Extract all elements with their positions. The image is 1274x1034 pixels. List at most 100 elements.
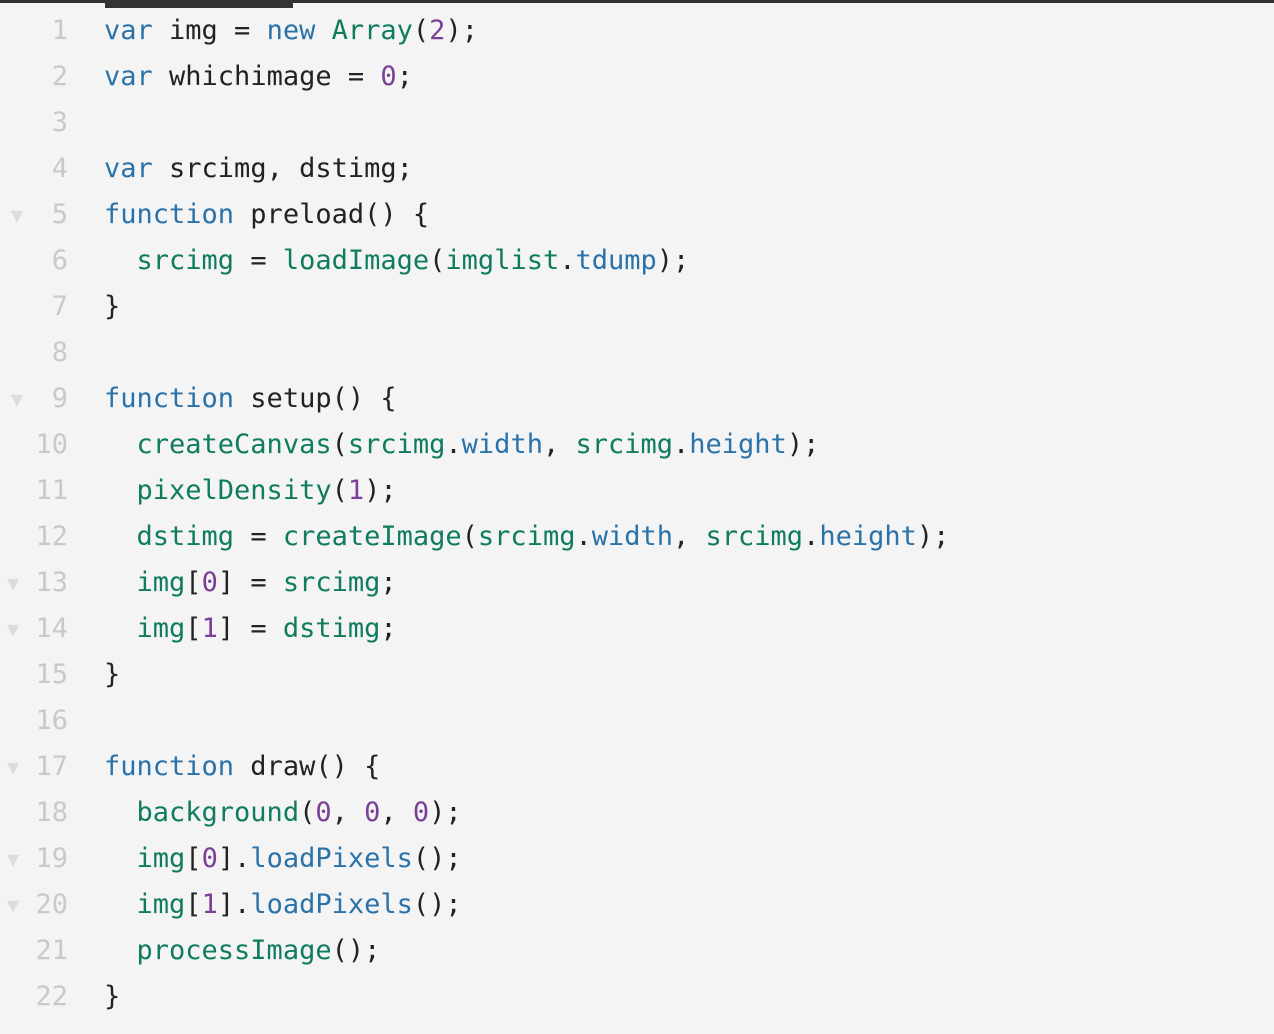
code-line-text[interactable]: img[0] = srcimg; xyxy=(104,560,397,606)
code-line[interactable]: 12 dstimg = createImage(srcimg.width, sr… xyxy=(0,514,1274,560)
code-token-fn: dstimg xyxy=(136,521,235,552)
code-token-pl: , xyxy=(542,429,576,460)
line-number: 21 xyxy=(35,935,68,966)
code-token-kw: var xyxy=(104,153,153,184)
code-token-pl: ( xyxy=(299,797,316,828)
code-token-prop: width xyxy=(591,521,674,552)
code-line[interactable]: 21 processImage(); xyxy=(0,928,1274,974)
code-token-pl: draw() { xyxy=(234,751,381,782)
code-line[interactable]: 22} xyxy=(0,974,1274,1020)
code-line[interactable]: ▼ 19 img[0].loadPixels(); xyxy=(0,836,1274,882)
tab-bar[interactable] xyxy=(0,0,1274,8)
code-line-text[interactable]: function setup() { xyxy=(104,376,397,422)
code-token-pl: (); xyxy=(331,935,381,966)
code-token-num: 1 xyxy=(201,613,218,644)
code-line[interactable]: ▼ 20 img[1].loadPixels(); xyxy=(0,882,1274,928)
code-line-text[interactable]: } xyxy=(104,652,120,698)
code-line[interactable]: 10 createCanvas(srcimg.width, srcimg.hei… xyxy=(0,422,1274,468)
code-line[interactable]: ▼ 17 function draw() { xyxy=(0,744,1274,790)
code-token-fn: background xyxy=(136,797,300,828)
code-token-pl: ]. xyxy=(217,889,251,920)
code-token-pl: ; xyxy=(396,61,413,92)
code-line-text[interactable]: img[0].loadPixels(); xyxy=(104,836,462,882)
line-number: 13 xyxy=(35,567,68,598)
code-line[interactable]: 15} xyxy=(0,652,1274,698)
line-number: 16 xyxy=(35,705,68,736)
code-token-pl: ); xyxy=(786,429,820,460)
code-line-text[interactable]: pixelDensity(1); xyxy=(104,468,397,514)
code-line-text[interactable]: var whichimage = 0; xyxy=(104,54,413,100)
code-token-pl: , xyxy=(380,797,413,828)
code-line[interactable]: 11 pixelDensity(1); xyxy=(0,468,1274,514)
line-number: 15 xyxy=(35,659,68,690)
code-line-text[interactable]: processImage(); xyxy=(104,928,381,974)
code-line-text[interactable]: } xyxy=(104,284,120,330)
code-token-pl: ] = xyxy=(217,567,283,598)
active-tab-indicator[interactable] xyxy=(105,0,293,8)
code-token-fn: srcimg xyxy=(477,521,576,552)
code-line-text[interactable]: var srcimg, dstimg; xyxy=(104,146,413,192)
code-token-pl: (); xyxy=(412,843,462,874)
line-number: 3 xyxy=(51,107,68,138)
code-line[interactable]: 7} xyxy=(0,284,1274,330)
code-line[interactable]: 6 srcimg = loadImage(imglist.tdump); xyxy=(0,238,1274,284)
code-line-text[interactable]: img[1].loadPixels(); xyxy=(104,882,462,928)
code-line[interactable]: 3 xyxy=(0,100,1274,146)
code-line[interactable]: 2 var whichimage = 0; xyxy=(0,54,1274,100)
code-token-pl: img = xyxy=(152,15,267,46)
code-line[interactable]: ▼ 9 function setup() { xyxy=(0,376,1274,422)
code-line[interactable]: ▼ 5 function preload() { xyxy=(0,192,1274,238)
line-number: 5 xyxy=(51,199,68,230)
code-line-text[interactable]: } xyxy=(104,974,120,1020)
line-number: 8 xyxy=(51,337,68,368)
code-line-text[interactable]: function draw() { xyxy=(104,744,380,790)
line-number: 4 xyxy=(51,153,68,184)
code-token-pl: ( xyxy=(429,245,446,276)
code-line-text[interactable]: function preload() { xyxy=(104,192,429,238)
code-token-pl: [ xyxy=(185,889,202,920)
code-token-num: 2 xyxy=(429,15,446,46)
code-token-num: 1 xyxy=(201,889,218,920)
code-token-fn: imglist xyxy=(445,245,560,276)
code-token-pl: ( xyxy=(412,15,430,46)
code-line[interactable]: 16 xyxy=(0,698,1274,744)
line-number: 22 xyxy=(35,981,68,1012)
code-line[interactable]: 1 var img = new Array(2); xyxy=(0,8,1274,54)
code-token-pl: setup() { xyxy=(234,383,397,414)
line-number: 10 xyxy=(35,429,68,460)
code-token-pl: ; xyxy=(380,567,397,598)
line-number: 18 xyxy=(35,797,68,828)
code-token-pl: [ xyxy=(185,613,202,644)
code-token-num: 0 xyxy=(412,797,430,828)
code-token-pl: [ xyxy=(185,567,202,598)
line-number: 12 xyxy=(35,521,68,552)
code-token-fn: pixelDensity xyxy=(136,475,332,506)
code-line[interactable]: 18 background(0, 0, 0); xyxy=(0,790,1274,836)
code-token-pl: srcimg, dstimg; xyxy=(152,153,413,184)
code-editor[interactable]: 1 var img = new Array(2); 2 var whichimage … xyxy=(0,8,1274,1034)
code-line-text[interactable]: img[1] = dstimg; xyxy=(104,606,397,652)
code-line[interactable]: ▼ 13 img[0] = srcimg; xyxy=(0,560,1274,606)
code-line-text[interactable]: dstimg = createImage(srcimg.width, srcim… xyxy=(104,514,950,560)
code-token-pl: ); xyxy=(656,245,690,276)
code-token-num: 0 xyxy=(364,797,381,828)
line-number: 9 xyxy=(51,383,68,414)
code-line-text[interactable]: createCanvas(srcimg.width, srcimg.height… xyxy=(104,422,820,468)
code-line-text[interactable]: var img = new Array(2); xyxy=(104,8,478,54)
code-line-text[interactable]: background(0, 0, 0); xyxy=(104,790,462,836)
code-token-pl: . xyxy=(559,245,576,276)
code-line[interactable]: ▼ 14 img[1] = dstimg; xyxy=(0,606,1274,652)
code-token-fn: img xyxy=(136,567,186,598)
code-line-text[interactable]: srcimg = loadImage(imglist.tdump); xyxy=(104,238,690,284)
code-line[interactable]: 4 var srcimg, dstimg; xyxy=(0,146,1274,192)
code-token-pl: ; xyxy=(380,613,397,644)
code-line[interactable]: 8 xyxy=(0,330,1274,376)
code-token-pl: (); xyxy=(412,889,462,920)
